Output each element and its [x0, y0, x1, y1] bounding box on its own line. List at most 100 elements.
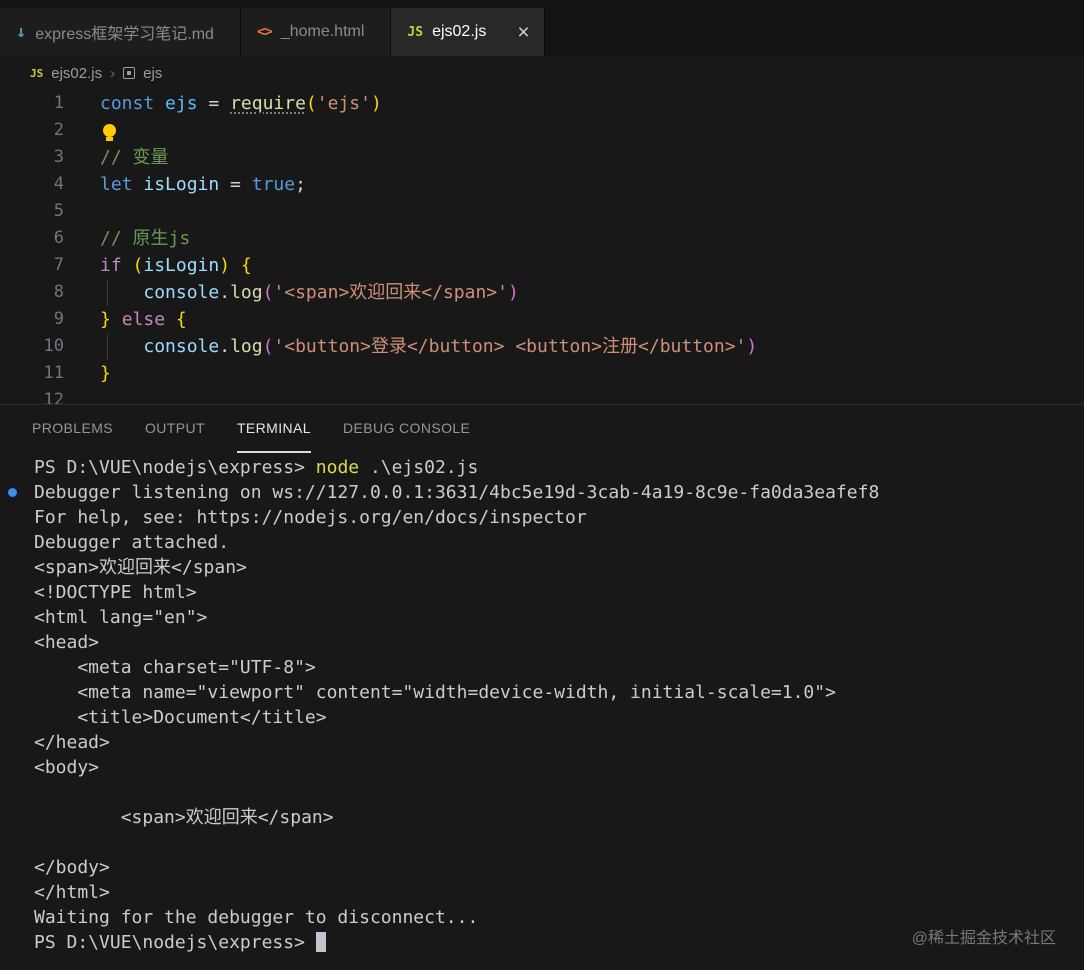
- code-token: // 变量: [100, 147, 169, 168]
- terminal-token: <!DOCTYPE html>: [34, 582, 197, 603]
- code-token: (: [132, 255, 144, 276]
- code-token: ejs: [165, 93, 198, 114]
- code-line: 5: [0, 198, 1084, 225]
- breadcrumb-file[interactable]: ejs02.js: [51, 65, 102, 82]
- terminal-token: <span>欢迎回来</span>: [34, 807, 334, 828]
- line-number: 8: [53, 282, 64, 302]
- terminal-token: node: [315, 457, 360, 478]
- editor-tab[interactable]: ↓ express框架学习笔记.md: [0, 8, 241, 56]
- panel-tab-terminal[interactable]: TERMINAL: [236, 405, 311, 453]
- terminal-token: Debugger listening on ws://127.0.0.1:363…: [34, 482, 880, 503]
- line-number: 2: [53, 120, 64, 140]
- terminal-token: <meta name="viewport" content="width=dev…: [34, 682, 836, 703]
- terminal-line: <meta charset="UTF-8">: [34, 655, 1084, 680]
- terminal-token: </html>: [34, 882, 110, 903]
- code-token: if: [100, 255, 122, 276]
- html-file-icon: <>: [256, 24, 273, 40]
- terminal-line: <!DOCTYPE html>: [34, 580, 1084, 605]
- code-token: 'ejs': [316, 93, 371, 114]
- code-token: =: [219, 174, 252, 195]
- code-token: .: [219, 282, 231, 303]
- code-line-content: let isLogin = true;: [64, 171, 306, 198]
- code-token: (: [305, 93, 317, 114]
- terminal-line: <head>: [34, 630, 1084, 655]
- code-token: // 原生js: [100, 228, 191, 249]
- line-number: 5: [53, 201, 64, 221]
- code-token: ): [219, 255, 231, 276]
- code-token: .: [219, 336, 231, 357]
- code-token: else: [121, 309, 166, 330]
- code-line-content: [64, 387, 100, 404]
- code-editor[interactable]: 1 const ejs = require('ejs') 2 3// 变量 4 let i…: [0, 90, 1084, 404]
- code-token: ;: [295, 174, 306, 195]
- tab-bar: ↓ express框架学习笔记.md <> _home.html JS ejs02.js ×: [0, 0, 1084, 56]
- line-number: 1: [53, 93, 64, 113]
- code-token: isLogin: [143, 174, 220, 195]
- breadcrumb: JS ejs02.js › ejs: [0, 56, 1084, 90]
- code-token: isLogin: [143, 255, 220, 276]
- code-line: 1 const ejs = require('ejs'): [0, 90, 1084, 117]
- code-token: console: [143, 336, 220, 357]
- code-line: 2: [0, 117, 1084, 144]
- code-line: 6 // 原生js: [0, 225, 1084, 252]
- code-line-content: } else {: [64, 306, 187, 333]
- lightbulb-icon[interactable]: [103, 124, 116, 141]
- editor-tab[interactable]: JS ejs02.js ×: [391, 8, 545, 56]
- code-token: '<button>登录</button> <button>注册</button>…: [273, 336, 747, 357]
- terminal-token: PS D:\VUE\nodejs\express>: [34, 932, 316, 953]
- terminal-token: <span>欢迎回来</span>: [34, 557, 247, 578]
- code-line-content: [64, 117, 116, 144]
- code-line: 3 // 变量: [0, 144, 1084, 171]
- code-line-content: const ejs = require('ejs'): [64, 90, 382, 117]
- code-line-content: // 变量: [64, 144, 169, 171]
- code-token: console: [143, 282, 220, 303]
- line-number: 4: [53, 174, 64, 194]
- code-line-content: console.log('<button>登录</button> <button…: [64, 333, 757, 360]
- code-token: }: [100, 363, 111, 384]
- code-line: 8 console.log('<span>欢迎回来</span>'): [0, 279, 1084, 306]
- code-line: 9} else {: [0, 306, 1084, 333]
- panel-tab-problems[interactable]: PROBLEMS: [32, 405, 113, 453]
- line-number: 3: [53, 147, 64, 167]
- terminal[interactable]: PS D:\VUE\nodejs\express> node .\ejs02.j…: [0, 453, 1084, 970]
- terminal-token: <title>Document</title>: [34, 707, 327, 728]
- terminal-token: </body>: [34, 857, 110, 878]
- tab-label: express框架学习笔记.md: [35, 26, 214, 43]
- breadcrumb-separator-icon: ›: [110, 64, 116, 82]
- terminal-line: For help, see: https://nodejs.org/en/doc…: [34, 505, 1084, 530]
- line-number: 7: [53, 255, 64, 275]
- code-token: {: [240, 255, 252, 276]
- code-line-content: // 原生js: [64, 225, 190, 252]
- tab-label: _home.html: [280, 23, 365, 40]
- code-token: require: [230, 93, 306, 114]
- breadcrumb-symbol[interactable]: ejs: [143, 65, 162, 82]
- code-token: (: [262, 336, 274, 357]
- terminal-line: <title>Document</title>: [34, 705, 1084, 730]
- code-line: 10 console.log('<button>登录</button> <but…: [0, 333, 1084, 360]
- code-line-content: console.log('<span>欢迎回来</span>'): [64, 279, 519, 306]
- terminal-line: </html>: [34, 880, 1084, 905]
- code-token: (: [262, 282, 274, 303]
- line-number: 11: [43, 363, 64, 383]
- watermark: @稀土掘金技术社区: [911, 930, 1056, 947]
- terminal-line: <span>欢迎回来</span>: [34, 805, 1084, 830]
- terminal-token: Waiting for the debugger to disconnect..…: [34, 907, 479, 928]
- symbol-variable-icon: [123, 67, 136, 79]
- code-token: ): [507, 282, 519, 303]
- terminal-token: <meta charset="UTF-8">: [34, 657, 316, 678]
- close-tab-icon[interactable]: ×: [517, 22, 529, 43]
- terminal-line: <html lang="en">: [34, 605, 1084, 630]
- panel-tab-debug-console[interactable]: DEBUG CONSOLE: [343, 405, 470, 453]
- code-line-content: if (isLogin) {: [64, 252, 252, 279]
- line-number: 6: [53, 228, 64, 248]
- panel-tab-output[interactable]: OUTPUT: [145, 405, 205, 453]
- markdown-file-icon: ↓: [16, 22, 27, 42]
- terminal-line: <body>: [34, 755, 1084, 780]
- editor-tab[interactable]: <> _home.html: [240, 8, 392, 56]
- code-line-content: }: [64, 360, 111, 387]
- line-number: 10: [43, 336, 64, 356]
